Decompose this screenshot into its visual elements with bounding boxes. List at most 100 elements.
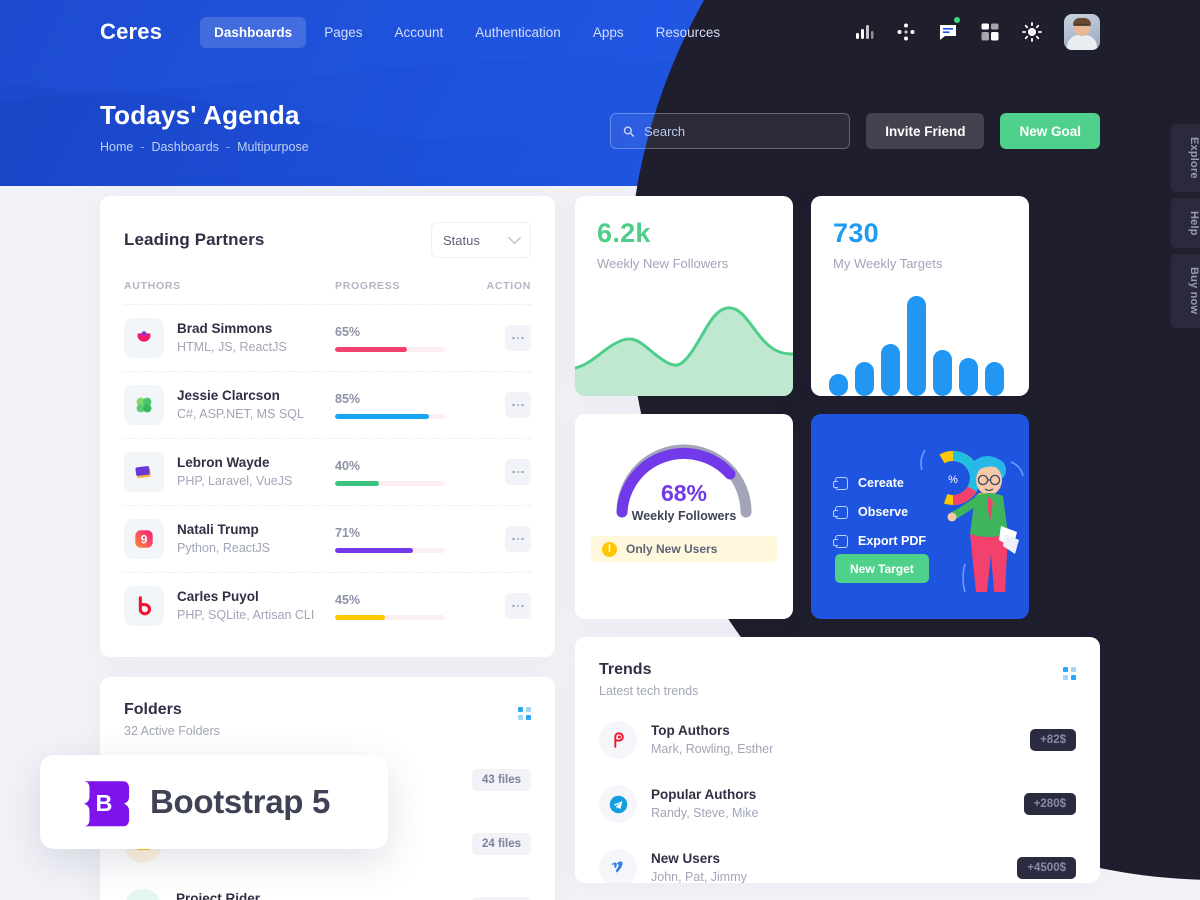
folder-files-badge: 43 files <box>472 769 531 791</box>
target-item-label: Export PDF <box>858 534 927 548</box>
brand-logo[interactable]: Ceres <box>100 19 162 45</box>
header-actions: Invite Friend New Goal <box>610 113 1100 149</box>
bebo-logo <box>124 586 164 626</box>
row-actions-button[interactable] <box>505 526 531 552</box>
table-row[interactable]: Carles Puyol PHP, SQLite, Artisan CLI 45… <box>124 573 531 640</box>
partners-table: AUTHORS PROGRESS ACTION Brad Simmons HTM… <box>124 280 531 639</box>
note-icon <box>833 505 848 519</box>
partner-name: Natali Trump <box>177 521 259 537</box>
partner-tech: C#, ASP.NET, MS SQL <box>177 407 304 422</box>
target-item-cereate[interactable]: Cereate <box>833 476 926 490</box>
column-authors: AUTHORS <box>124 280 335 305</box>
avatar[interactable] <box>1064 14 1100 50</box>
telegram-icon <box>599 785 637 823</box>
warning-icon: ! <box>602 541 617 557</box>
breadcrumb-multipurpose[interactable]: Multipurpose <box>237 140 309 154</box>
sun-icon[interactable] <box>1022 22 1042 42</box>
followers-value: 6.2k <box>597 218 651 248</box>
chat-icon[interactable] <box>938 17 960 42</box>
layout-icon[interactable] <box>980 22 1000 42</box>
column-progress: PROGRESS <box>335 280 465 305</box>
note-icon <box>833 476 848 490</box>
bootstrap-logo: B <box>83 781 130 827</box>
dashboard-page: Ceres Dashboards Pages Account Authentic… <box>0 0 1200 900</box>
partner-name: Lebron Wayde <box>177 454 270 470</box>
progress-fill <box>335 547 414 553</box>
trends-subtitle: Latest tech trends <box>599 684 699 698</box>
new-target-button[interactable]: New Target <box>835 554 929 583</box>
notification-dot <box>954 17 960 23</box>
nine-logo: 9 <box>124 519 164 559</box>
weekly-targets-card: 730 My Weekly Targets <box>811 196 1029 396</box>
list-item[interactable]: Project Rider New frontend admin theme 7… <box>124 876 531 900</box>
search-box[interactable] <box>610 113 851 149</box>
list-item[interactable]: Top Authors Mark, Rowling, Esther +82$ <box>599 708 1076 772</box>
nav-item-dashboards[interactable]: Dashboards <box>200 16 307 48</box>
grip-icon[interactable] <box>1063 667 1076 680</box>
weekly-followers-card: 6.2k Weekly New Followers <box>575 196 793 396</box>
row-actions-button[interactable] <box>505 593 531 619</box>
nav-item-account[interactable]: Account <box>380 17 457 48</box>
target-item-export-pdf[interactable]: Export PDF <box>833 534 927 548</box>
trend-name: Popular Authors <box>651 786 757 802</box>
progress-bar <box>335 346 445 352</box>
side-tab-explore[interactable]: Explore <box>1171 124 1200 192</box>
nav-item-apps[interactable]: Apps <box>579 17 638 48</box>
progress-value: 40% <box>335 458 361 473</box>
svg-text:9: 9 <box>141 533 148 547</box>
targets-label: My Weekly Targets <box>833 256 943 271</box>
row-actions-button[interactable] <box>505 325 531 351</box>
table-row[interactable]: Lebron Wayde PHP, Laravel, VueJS 40% <box>124 438 531 506</box>
list-item[interactable]: Popular Authors Randy, Steve, Mike +280$ <box>599 772 1076 836</box>
new-goal-button[interactable]: New Goal <box>1000 113 1100 149</box>
invite-friend-button[interactable]: Invite Friend <box>866 113 985 149</box>
table-row[interactable]: 9 Natali Trump Python, ReactJS 71% <box>124 505 531 573</box>
side-tab-buy-now[interactable]: Buy now <box>1171 254 1200 328</box>
nav-item-pages[interactable]: Pages <box>310 17 376 48</box>
chevron-down-icon <box>508 230 521 244</box>
row-actions-button[interactable] <box>505 392 531 418</box>
nav-item-authentication[interactable]: Authentication <box>461 17 575 48</box>
search-input[interactable] <box>643 123 838 139</box>
breadcrumb-home[interactable]: Home <box>100 140 133 154</box>
partner-tech: Python, ReactJS <box>177 541 271 556</box>
progress-fill <box>335 346 407 352</box>
note-icon <box>833 534 848 548</box>
trend-name: New Users <box>651 850 721 866</box>
weekly-followers-gauge-card: 68% Weekly Followers ! Only New Users <box>575 414 793 619</box>
plurk-icon <box>599 721 637 759</box>
target-items: Cereate Observe Export PDF <box>833 476 927 563</box>
shuffle-icon[interactable] <box>896 22 916 42</box>
vimeo-icon <box>599 849 637 883</box>
side-tab-help[interactable]: Help <box>1171 197 1200 249</box>
gauge-alert: ! Only New Users <box>591 536 777 562</box>
trend-amount-badge: +280$ <box>1023 793 1076 815</box>
row-actions-button[interactable] <box>505 459 531 485</box>
list-item[interactable]: New Users John, Pat, Jimmy +4500$ <box>599 836 1076 883</box>
breadcrumb-dashboards[interactable]: Dashboards <box>152 140 219 154</box>
breadcrumb-separator: - <box>225 140 231 154</box>
progress-fill <box>335 614 385 620</box>
right-column: 6.2k Weekly New Followers 730 My Weekly … <box>575 196 1100 883</box>
partner-name: Carles Puyol <box>177 588 259 604</box>
progress-value: 45% <box>335 592 361 607</box>
gauge-alert-text: Only New Users <box>626 542 718 556</box>
nav-item-resources[interactable]: Resources <box>642 17 735 48</box>
partner-name: Brad Simmons <box>177 320 273 336</box>
grip-icon[interactable] <box>518 707 531 720</box>
chart-bar-icon[interactable] <box>854 22 874 42</box>
target-item-observe[interactable]: Observe <box>833 505 926 519</box>
bootstrap-badge-card[interactable]: B Bootstrap 5 <box>40 755 388 849</box>
trend-desc: John, Pat, Jimmy <box>651 870 747 883</box>
search-icon <box>623 125 635 137</box>
breadcrumb: Home - Dashboards - Multipurpose <box>100 140 309 154</box>
trend-amount-badge: +82$ <box>1030 729 1076 751</box>
status-select[interactable]: Status <box>431 222 531 258</box>
progress-bar <box>335 614 445 620</box>
table-row[interactable]: Jessie Clarcson C#, ASP.NET, MS SQL 85% <box>124 371 531 439</box>
targets-bar-chart <box>829 296 1004 396</box>
treva-logo <box>124 385 164 425</box>
progress-bar <box>335 547 445 553</box>
table-row[interactable]: Brad Simmons HTML, JS, ReactJS 65% <box>124 304 531 372</box>
progress-bar <box>335 480 445 486</box>
